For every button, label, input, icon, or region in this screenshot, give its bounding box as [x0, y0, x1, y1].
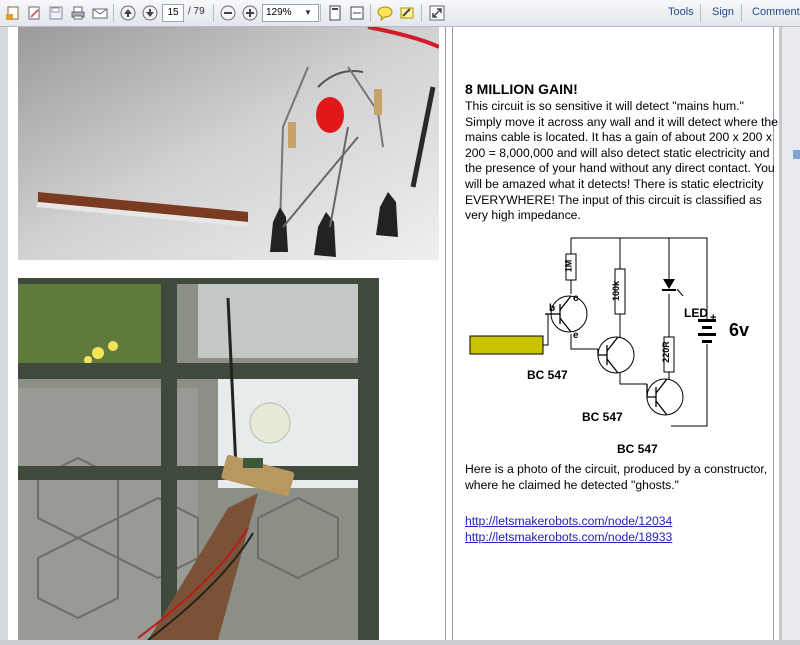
zoom-in-icon[interactable]	[240, 3, 260, 23]
zoom-out-icon[interactable]	[218, 3, 238, 23]
next-page-icon[interactable]	[140, 3, 160, 23]
article-paragraph: This circuit is so sensitive it will det…	[465, 99, 778, 223]
resistor-220r-label: 220R	[660, 341, 671, 363]
previous-page-icon[interactable]	[118, 3, 138, 23]
fit-page-icon[interactable]	[325, 3, 345, 23]
vertical-scrollbar[interactable]	[781, 27, 800, 640]
tools-button[interactable]: Tools	[668, 6, 694, 18]
highlight-icon[interactable]	[397, 3, 417, 23]
link-node-12034[interactable]: http://letsmakerobots.com/node/12034	[465, 514, 672, 528]
transistor-2-label: BC 547	[582, 410, 623, 424]
pin-b-label: b	[549, 303, 556, 314]
pin-c-label: c	[573, 293, 579, 304]
transistor-1-label: BC 547	[527, 368, 568, 382]
battery-plus-label: +	[710, 312, 717, 324]
document-page: 8 MILLION GAIN! This circuit is so sensi…	[8, 25, 779, 641]
article-title: 8 MILLION GAIN!	[465, 81, 578, 97]
led-label: LED	[684, 306, 708, 320]
resistor-1m-label: 1M	[563, 259, 574, 273]
page-number-input[interactable]: 15	[162, 4, 184, 22]
battery-voltage-label: 6v	[729, 320, 750, 340]
photo-caption: Here is a photo of the circuit, produced…	[465, 462, 768, 492]
edit-icon[interactable]	[24, 3, 44, 23]
expand-icon[interactable]	[427, 3, 447, 23]
chevron-down-icon[interactable]: ▼	[302, 5, 314, 19]
comment-button[interactable]: Comment	[752, 6, 800, 18]
save-icon[interactable]	[46, 3, 66, 23]
link-node-18933[interactable]: http://letsmakerobots.com/node/18933	[465, 530, 672, 544]
fit-width-icon[interactable]	[347, 3, 367, 23]
scroll-position-marker[interactable]	[793, 150, 800, 159]
print-icon[interactable]	[68, 3, 88, 23]
page-total: / 79	[188, 6, 205, 17]
sign-button[interactable]: Sign	[712, 6, 734, 18]
create-pdf-icon[interactable]	[3, 3, 23, 23]
email-icon[interactable]	[90, 3, 110, 23]
comment-icon[interactable]	[375, 3, 395, 23]
resistor-100k-label: 100k	[611, 280, 622, 302]
pin-e-label: e	[573, 330, 579, 341]
left-margin	[0, 27, 8, 640]
transistor-3-label: BC 547	[617, 442, 658, 456]
toolbar: 15 / 79 129% ▼ Tools Sign Comment	[0, 0, 800, 27]
circuit-photo	[18, 25, 440, 260]
ghost-detector-photo	[18, 278, 379, 641]
circuit-schematic: 1M 100k 220R LED + 6v BC 547 BC 547 BC 5…	[458, 234, 768, 456]
